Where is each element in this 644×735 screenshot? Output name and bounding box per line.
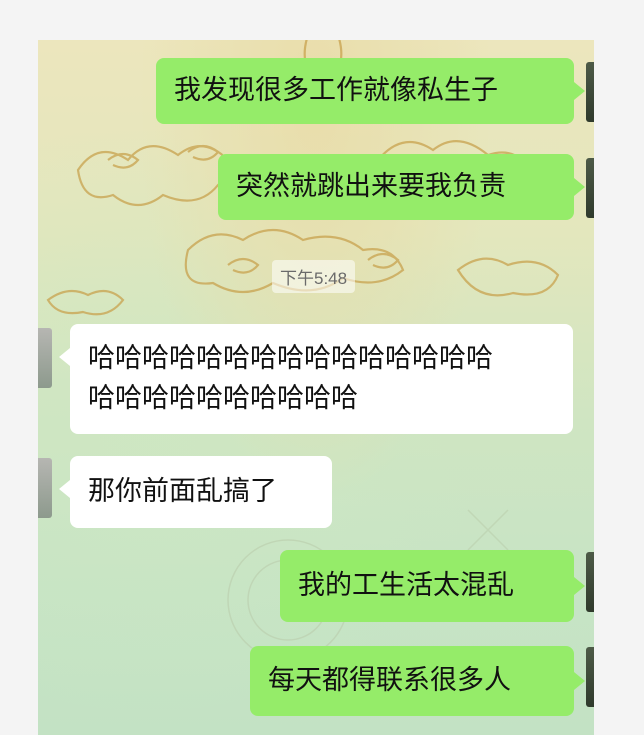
message-text-line: 哈哈哈哈哈哈哈哈哈哈: [88, 383, 358, 414]
message-bubble[interactable]: 突然就跳出来要我负责: [218, 154, 574, 220]
chat-window: 我发现很多工作就像私生子 突然就跳出来要我负责 下午5:48 哈哈哈哈哈哈哈哈哈…: [38, 40, 594, 735]
message-bubble[interactable]: 哈哈哈哈哈哈哈哈哈哈哈哈哈哈哈 哈哈哈哈哈哈哈哈哈哈: [70, 324, 573, 434]
sent-message[interactable]: 我发现很多工作就像私生子: [156, 58, 585, 124]
sent-message[interactable]: 每天都得联系很多人: [250, 646, 585, 716]
sent-message[interactable]: 我的工生活太混乱: [280, 550, 585, 622]
my-avatar-edge[interactable]: [586, 158, 594, 218]
sent-message[interactable]: 突然就跳出来要我负责: [218, 154, 585, 220]
message-bubble[interactable]: 那你前面乱搞了: [70, 456, 332, 528]
my-avatar-edge[interactable]: [586, 62, 594, 122]
bubble-tail: [59, 348, 70, 366]
message-text: 那你前面乱搞了: [88, 476, 277, 507]
received-message[interactable]: 那你前面乱搞了: [59, 456, 332, 528]
contact-avatar-edge[interactable]: [38, 328, 52, 388]
message-text-line: 哈哈哈哈哈哈哈哈哈哈哈哈哈哈哈: [88, 343, 493, 374]
received-message[interactable]: 哈哈哈哈哈哈哈哈哈哈哈哈哈哈哈 哈哈哈哈哈哈哈哈哈哈: [59, 324, 573, 434]
contact-avatar-edge[interactable]: [38, 458, 52, 518]
time-divider: 下午5:48: [272, 260, 356, 293]
message-text: 我的工生活太混乱: [298, 570, 514, 601]
message-bubble[interactable]: 每天都得联系很多人: [250, 646, 574, 716]
my-avatar-edge[interactable]: [586, 552, 594, 612]
message-text: 每天都得联系很多人: [268, 665, 511, 696]
message-bubble[interactable]: 我的工生活太混乱: [280, 550, 574, 622]
message-bubble[interactable]: 我发现很多工作就像私生子: [156, 58, 574, 124]
bubble-tail: [574, 178, 585, 196]
bubble-tail: [59, 480, 70, 498]
bubble-tail: [574, 577, 585, 595]
my-avatar-edge[interactable]: [586, 647, 594, 707]
message-text: 突然就跳出来要我负责: [236, 171, 506, 202]
bubble-tail: [574, 82, 585, 100]
bubble-tail: [574, 672, 585, 690]
message-text: 我发现很多工作就像私生子: [174, 75, 498, 106]
